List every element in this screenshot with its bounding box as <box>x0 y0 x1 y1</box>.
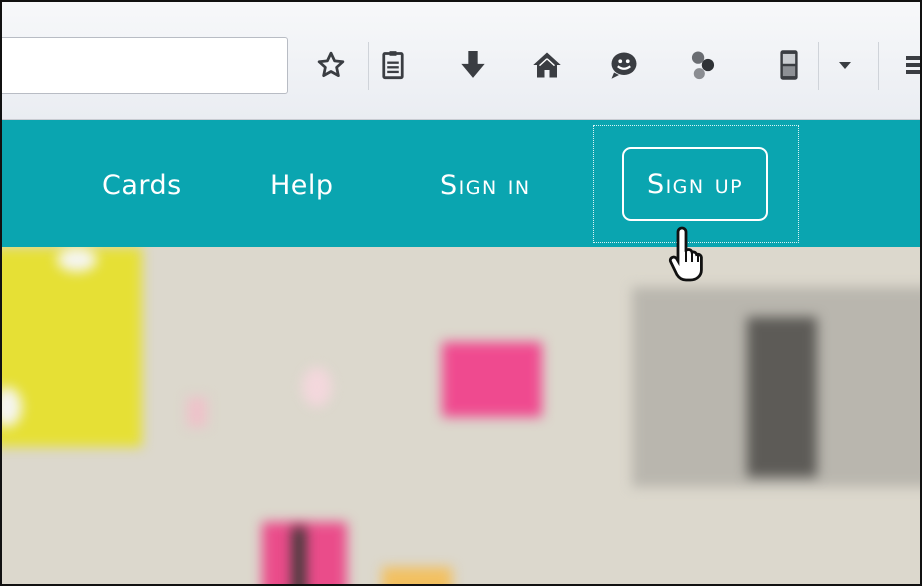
hero-shape <box>302 367 332 407</box>
chat-icon[interactable] <box>607 48 641 82</box>
dropdown-icon[interactable] <box>828 48 862 82</box>
nav-cards-link[interactable]: Cards <box>102 170 182 201</box>
reading-list-icon[interactable] <box>376 48 410 82</box>
toolbar-separator <box>878 42 879 90</box>
menu-icon[interactable] <box>898 48 920 82</box>
hero-shape <box>747 317 817 477</box>
hero-shape <box>2 247 142 447</box>
sign-up-label: Sign up <box>646 168 744 200</box>
url-bar[interactable] <box>2 37 288 94</box>
nav-help-link[interactable]: Help <box>270 170 334 201</box>
download-icon[interactable] <box>456 48 490 82</box>
browser-toolbar <box>2 2 920 120</box>
hero-shape <box>57 247 97 272</box>
hero-shape <box>187 397 207 427</box>
toolbar-separator <box>818 42 819 90</box>
star-icon[interactable] <box>314 48 348 82</box>
hero-shape <box>382 567 452 584</box>
site-navbar: Cards Help Sign in Sign up <box>2 120 920 247</box>
sign-up-button[interactable]: Sign up <box>622 147 768 221</box>
hero-shape <box>442 342 542 417</box>
toolbar-separator <box>368 42 369 90</box>
phone-icon[interactable] <box>772 48 806 82</box>
hero-shape <box>292 527 306 584</box>
extension-icon[interactable] <box>686 48 720 82</box>
home-icon[interactable] <box>530 48 564 82</box>
hero-image <box>2 247 920 584</box>
nav-sign-in-link[interactable]: Sign in <box>440 170 531 201</box>
hand-pointer-icon <box>668 226 703 282</box>
browser-window: Cards Help Sign in Sign up <box>0 0 922 586</box>
